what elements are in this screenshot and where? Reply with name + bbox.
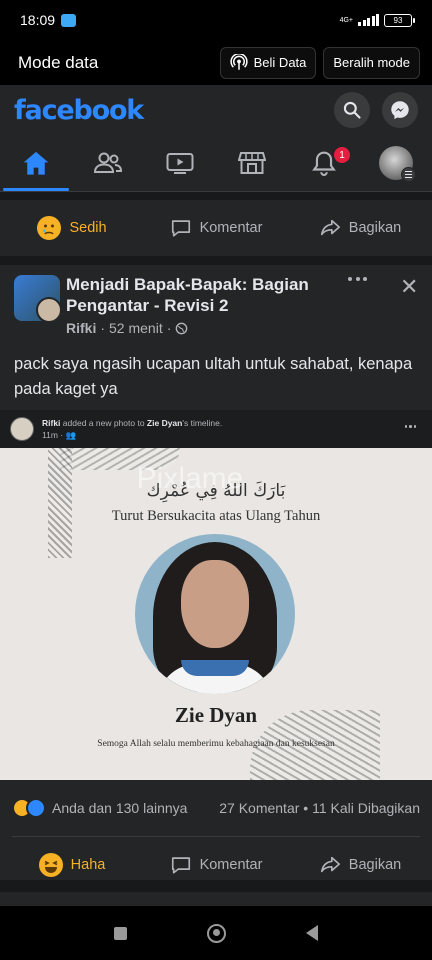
search-button[interactable] (334, 92, 370, 128)
network-type: 4G+ (339, 16, 353, 24)
status-indicators: 4G+ 93 (339, 13, 415, 27)
sad-reaction-label: Sedih (69, 220, 107, 236)
main-tabs: 1 (0, 135, 432, 192)
feed-post: Menjadi Bapak-Bapak: Bagian Pengantar - … (0, 265, 432, 880)
battery-icon: 93 (384, 13, 415, 27)
share-label: Bagikan (348, 857, 402, 873)
post-caption: pack saya ngasih ucapan ultah untuk saha… (14, 355, 413, 398)
shared-author: Rifki (42, 418, 61, 428)
group-name[interactable]: Menjadi Bapak-Bapak: Bagian Pengantar - … (66, 274, 336, 316)
haha-emoji-icon (38, 853, 63, 877)
status-bar: 18:09 4G+ 93 (0, 0, 432, 40)
globe-icon (176, 322, 188, 334)
signal-icon (358, 14, 379, 26)
facebook-logo[interactable]: facebook (14, 95, 144, 126)
comment-icon (171, 857, 190, 874)
marketplace-icon (238, 152, 266, 174)
switch-mode-button[interactable]: Beralih mode (323, 46, 420, 79)
data-mode-title: Mode data (18, 52, 99, 72)
feed-divider (0, 256, 432, 265)
buy-data-label: Beli Data (253, 55, 307, 70)
author-avatar[interactable] (36, 297, 60, 321)
birthday-prayer: Semoga Allah selalu memberimu kebahagiaa… (97, 739, 335, 749)
shared-time: 11m (42, 430, 58, 440)
reaction-icons[interactable] (12, 798, 46, 818)
data-mode-bar: Mode data Beli Data Beralih mode (0, 40, 432, 85)
messenger-button[interactable] (382, 92, 418, 128)
friends-icon: 👥 (65, 430, 77, 440)
meta-separator: · (100, 320, 106, 336)
tab-menu[interactable] (360, 135, 432, 191)
messenger-icon (391, 101, 409, 120)
post-photo[interactable]: بَارَكَ اللهُ فِي عُمْرِك Turut Bersukac… (0, 448, 432, 780)
share-icon (320, 856, 340, 873)
shared-suffix: 's timeline. (182, 418, 223, 428)
tab-watch[interactable] (144, 135, 216, 191)
like-reaction-icon (26, 798, 46, 818)
card-title: Turut Bersukacita atas Ulang Tahun (111, 508, 321, 524)
switch-mode-label: Beralih mode (333, 55, 410, 70)
shared-more-icon (404, 425, 416, 428)
tab-notifications[interactable]: 1 (288, 135, 360, 191)
sad-reaction-button[interactable]: Sedih (0, 200, 144, 256)
comments-shares-count[interactable]: 27 Komentar • 11 Kali Dibagikan (219, 800, 420, 816)
menu-icon (401, 167, 416, 182)
post-time[interactable]: 52 menit (109, 320, 163, 336)
shared-post-header: Rifki added a new photo to Zie Dyan's ti… (0, 410, 432, 448)
comment-icon (171, 220, 190, 237)
sad-emoji-icon (37, 216, 62, 240)
watermark: Pixlame (136, 462, 244, 495)
tab-friends[interactable] (72, 135, 144, 191)
broadcast-icon (230, 53, 248, 70)
share-label: Bagikan (348, 220, 402, 236)
post-author[interactable]: Rifki (66, 320, 96, 336)
notification-count-badge: 1 (334, 147, 350, 163)
tab-home[interactable] (0, 135, 72, 191)
home-icon (23, 151, 49, 175)
group-avatar[interactable] (14, 275, 60, 321)
share-icon (320, 219, 340, 236)
back-icon[interactable] (306, 925, 318, 941)
share-button[interactable]: Bagikan (288, 200, 432, 256)
profile-avatar (379, 146, 416, 182)
birthday-name: Zie Dyan (174, 703, 258, 727)
meta-separator: · (166, 320, 172, 336)
portrait-photo (135, 534, 295, 694)
system-navigation-bar (0, 906, 432, 960)
comment-label: Komentar (199, 857, 263, 873)
chat-notification-icon (61, 13, 77, 27)
friends-icon (93, 152, 123, 173)
tab-marketplace[interactable] (216, 135, 288, 191)
birthday-card: بَارَكَ اللهُ فِي عُمْرِك Turut Bersukac… (48, 448, 384, 780)
post-meta: Rifki · 52 menit · (66, 320, 188, 336)
shared-action-text: added a new photo to (60, 418, 147, 428)
close-icon[interactable]: ✕ (400, 274, 418, 300)
previous-post-actions: Sedih Komentar Bagikan (0, 200, 432, 256)
buy-data-button[interactable]: Beli Data (219, 46, 317, 79)
shared-author-avatar (10, 417, 34, 441)
comment-label: Komentar (199, 220, 263, 236)
shared-post-info: Rifki added a new photo to Zie Dyan's ti… (42, 418, 223, 440)
more-options-icon[interactable] (348, 277, 367, 281)
search-icon (343, 101, 361, 119)
status-time: 18:09 (20, 12, 56, 28)
comment-button[interactable]: Komentar (144, 200, 288, 256)
haha-reaction-label: Haha (70, 857, 106, 873)
post-header: Menjadi Bapak-Bapak: Bagian Pengantar - … (0, 265, 432, 343)
app-header: facebook (0, 85, 432, 135)
home-button-icon[interactable] (207, 923, 226, 943)
reaction-summary[interactable]: Anda dan 130 lainnya (52, 800, 187, 816)
watch-icon (166, 153, 194, 174)
shared-target: Zie Dyan (146, 418, 183, 428)
feed-divider (0, 880, 432, 892)
post-stats: Anda dan 130 lainnya 27 Komentar • 11 Ka… (0, 780, 432, 836)
recent-apps-icon[interactable] (114, 926, 127, 940)
